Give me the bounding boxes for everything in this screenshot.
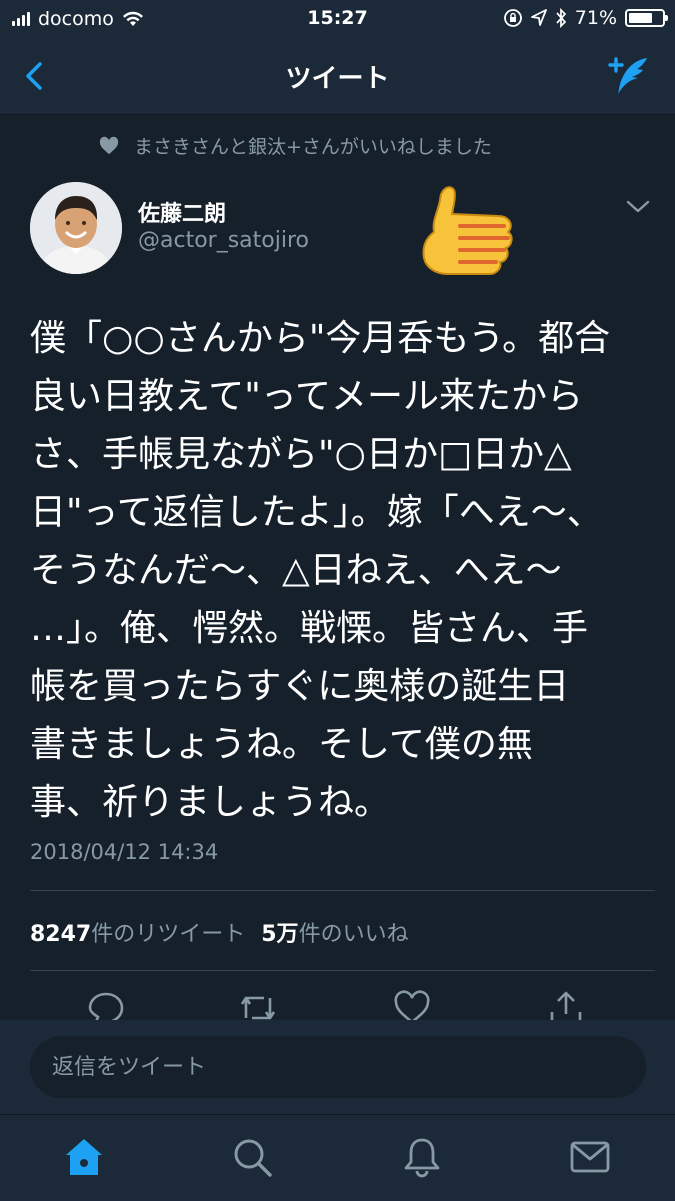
tweet-line: 帳を買ったらすぐに奥様の誕生日 (30, 666, 570, 707)
tweet-line: 僕「○○さんから"今月呑もう。都合 (30, 318, 611, 359)
tweet-line: そうなんだ〜、△日ねえ、へえ〜 (30, 550, 562, 591)
tab-bar (0, 1114, 675, 1201)
home-icon[interactable] (62, 1135, 106, 1179)
retweets-label: 件のリツイート (91, 922, 246, 947)
battery-percent: 71% (574, 7, 617, 29)
thumbs-up-emoji-icon (422, 186, 513, 275)
status-right: 71% (503, 7, 668, 29)
status-bar: docomo 15:27 71% (0, 0, 675, 38)
tweet-line: 良い日教えて"ってメール来たから (30, 376, 583, 417)
avatar[interactable] (30, 182, 122, 274)
author-name[interactable]: 佐藤二朗 (138, 196, 226, 228)
social-context-text: まさきさんと銀汰+さんがいいねしました (134, 136, 492, 158)
author-handle[interactable]: @actor_satojiro (138, 228, 309, 253)
navigation-bar: ツイート (0, 38, 675, 115)
bluetooth-icon (556, 8, 566, 28)
likes-label: 件のいいね (298, 922, 409, 947)
reply-bar (0, 1020, 675, 1114)
tweet-line: 日"って返信したよ」。嫁「へえ〜、 (30, 492, 603, 533)
retweets-stat[interactable]: 8247件のリツイート (30, 916, 245, 948)
search-icon[interactable] (230, 1135, 274, 1179)
orientation-lock-icon (503, 9, 522, 27)
likes-count: 5万 (261, 922, 299, 947)
tweet-line: …」。俺、愕然。戦慄。皆さん、手 (30, 608, 589, 649)
likes-stat[interactable]: 5万件のいいね (261, 916, 408, 948)
page-title: ツイート (285, 64, 390, 94)
chevron-down-icon[interactable] (625, 198, 651, 216)
notifications-icon[interactable] (400, 1135, 444, 1179)
tweet-line: さ、手帳見ながら"○日か□日か△ (30, 434, 572, 475)
tweet-text: 僕「○○さんから"今月呑もう。都合 良い日教えて"ってメール来たから さ、手帳見… (30, 310, 650, 832)
social-context: まさきさんと銀汰+さんがいいねしました (98, 132, 492, 159)
avatar-portrait (30, 182, 122, 274)
compose-tweet-icon[interactable] (605, 54, 653, 98)
reply-input[interactable] (30, 1036, 646, 1098)
tweet-line: 書きましょうね。そして僕の無 (30, 724, 533, 765)
retweets-count: 8247 (30, 922, 92, 947)
battery-icon (625, 9, 668, 27)
divider (30, 970, 655, 971)
battery-level (629, 13, 652, 23)
engagement-stats: 8247件のリツイート 5万件のいいね (30, 916, 409, 948)
location-icon (530, 9, 547, 26)
tweet-timestamp: 2018/04/12 14:34 (30, 840, 219, 864)
divider (30, 890, 655, 891)
tweet-line: 事、祈りましょうね。 (30, 782, 391, 823)
messages-icon[interactable] (568, 1135, 612, 1179)
heart-icon (99, 136, 119, 154)
